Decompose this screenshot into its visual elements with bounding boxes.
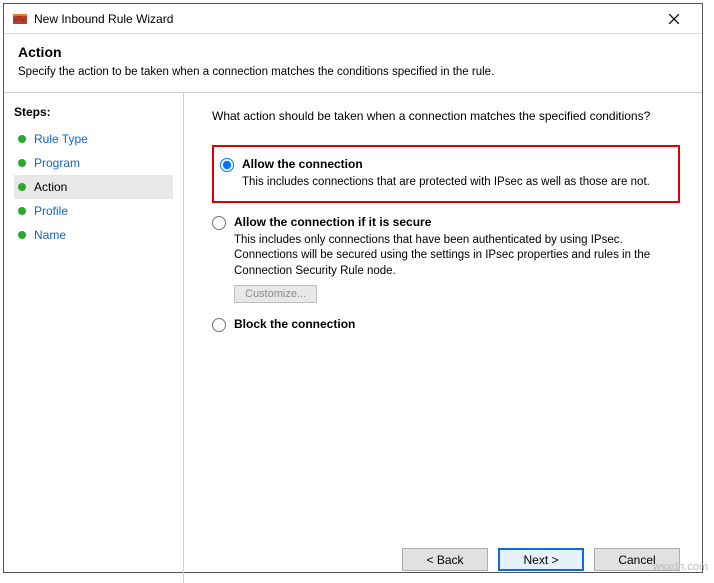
back-button[interactable]: < Back xyxy=(402,548,488,571)
step-label: Rule Type xyxy=(34,132,88,146)
option-title: Allow the connection xyxy=(242,157,668,171)
step-bullet-icon xyxy=(18,159,26,167)
footer-buttons: < Back Next > Cancel xyxy=(212,540,680,571)
step-bullet-icon xyxy=(18,231,26,239)
step-profile[interactable]: Profile xyxy=(14,199,173,223)
radio-block[interactable] xyxy=(212,318,226,332)
option-allow-secure: Allow the connection if it is secure Thi… xyxy=(212,215,680,304)
steps-title: Steps: xyxy=(14,105,173,119)
body: Steps: Rule Type Program Action Profile … xyxy=(4,93,702,583)
option-description: This includes connections that are prote… xyxy=(242,175,668,191)
window-title: New Inbound Rule Wizard xyxy=(34,12,654,26)
titlebar: New Inbound Rule Wizard xyxy=(4,4,702,34)
firewall-icon xyxy=(12,11,28,27)
next-button[interactable]: Next > xyxy=(498,548,584,571)
header: Action Specify the action to be taken wh… xyxy=(4,34,702,93)
step-program[interactable]: Program xyxy=(14,151,173,175)
step-bullet-icon xyxy=(18,207,26,215)
radio-allow[interactable] xyxy=(220,158,234,172)
option-allow: Allow the connection This includes conne… xyxy=(220,157,668,191)
page-title: Action xyxy=(18,44,688,60)
main-panel: What action should be taken when a conne… xyxy=(184,93,702,583)
step-label: Program xyxy=(34,156,80,170)
step-label: Action xyxy=(34,180,67,194)
step-label: Profile xyxy=(34,204,68,218)
page-subtitle: Specify the action to be taken when a co… xyxy=(18,66,688,78)
customize-button: Customize... xyxy=(234,285,317,303)
step-name[interactable]: Name xyxy=(14,223,173,247)
step-action[interactable]: Action xyxy=(14,175,173,199)
step-label: Name xyxy=(34,228,66,242)
steps-sidebar: Steps: Rule Type Program Action Profile … xyxy=(4,93,184,583)
watermark: wsxdn.com xyxy=(653,561,708,573)
prompt-text: What action should be taken when a conne… xyxy=(212,109,680,123)
step-bullet-icon xyxy=(18,183,26,191)
option-block: Block the connection xyxy=(212,317,680,335)
option-title: Allow the connection if it is secure xyxy=(234,215,680,229)
option-title: Block the connection xyxy=(234,317,680,331)
highlight-box: Allow the connection This includes conne… xyxy=(212,145,680,203)
step-rule-type[interactable]: Rule Type xyxy=(14,127,173,151)
radio-allow-secure[interactable] xyxy=(212,216,226,230)
close-button[interactable] xyxy=(654,5,694,33)
wizard-window: New Inbound Rule Wizard Action Specify t… xyxy=(3,3,703,573)
option-description: This includes only connections that have… xyxy=(234,233,680,280)
step-bullet-icon xyxy=(18,135,26,143)
